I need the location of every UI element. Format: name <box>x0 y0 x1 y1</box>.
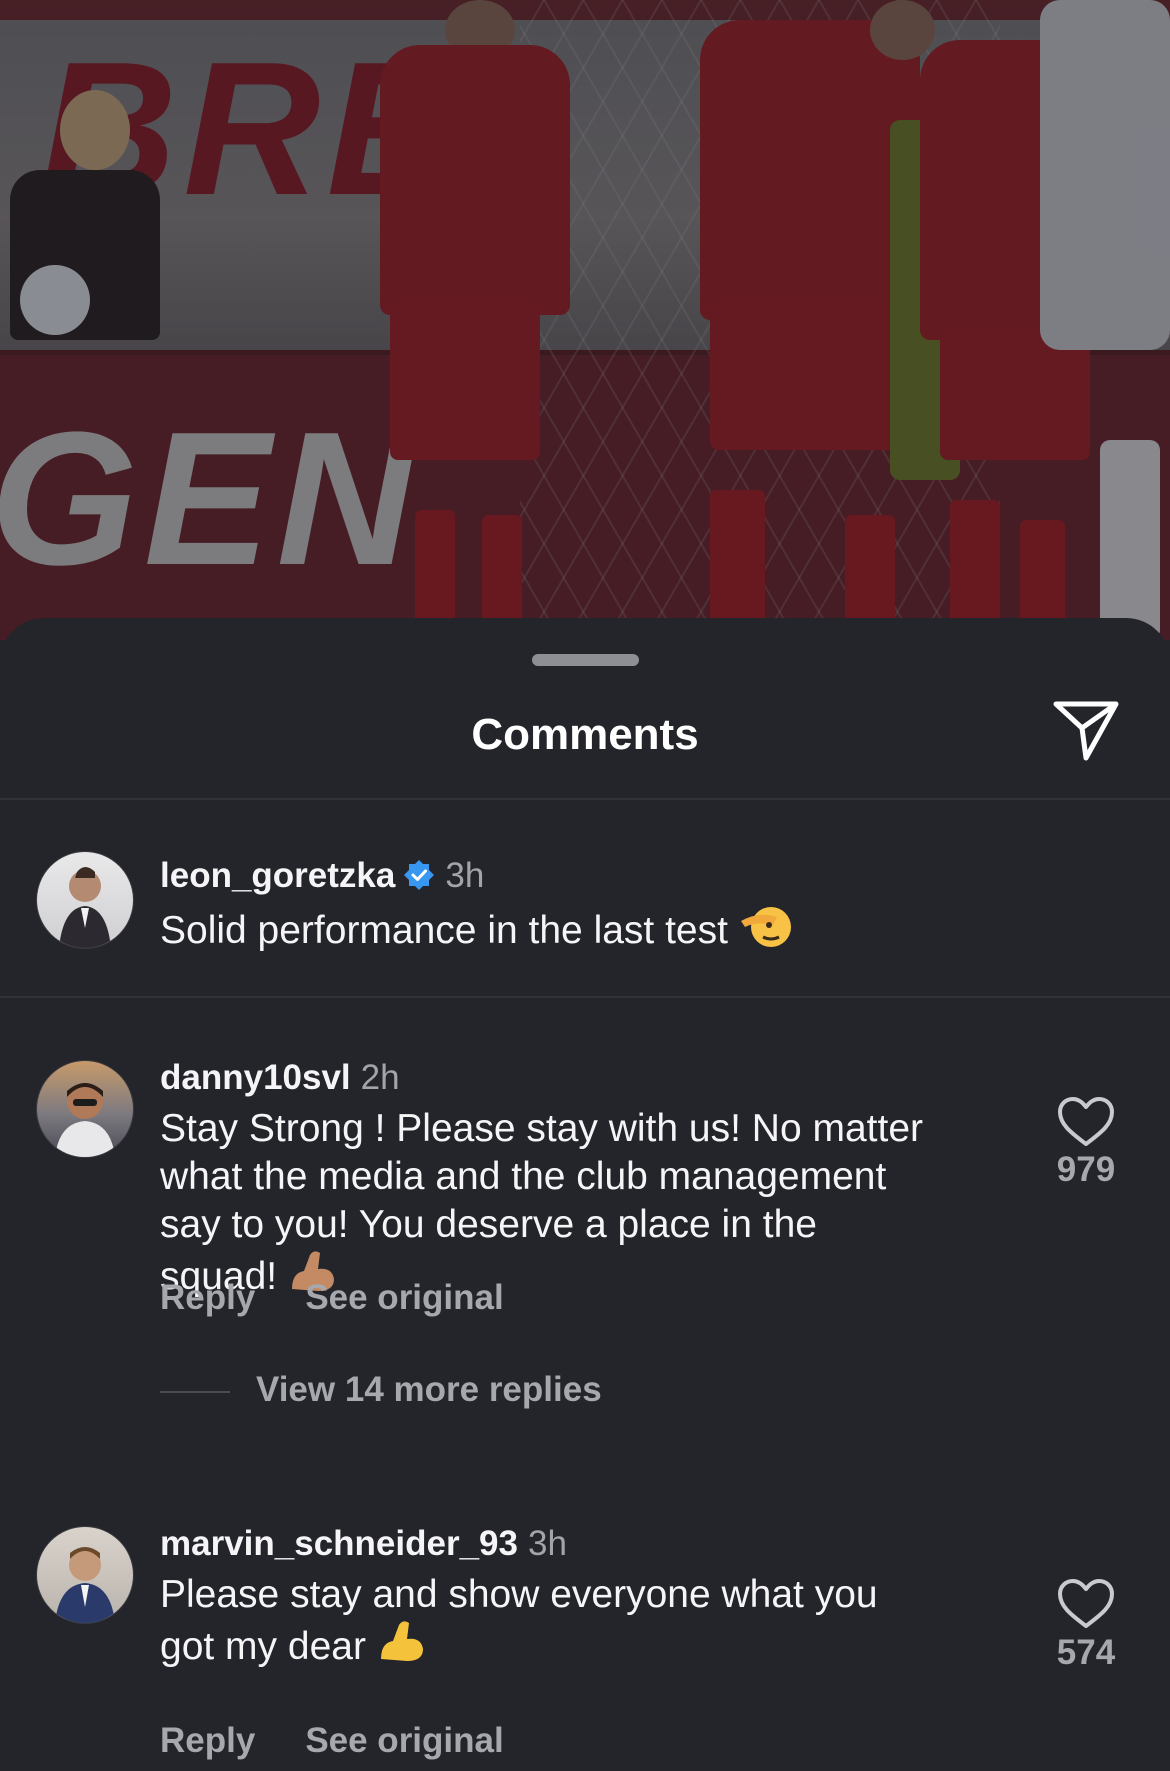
comment-item: leon_goretzka 3h Solid performance in the… <box>0 798 1170 998</box>
comment-text: Stay Strong ! Please stay with us! No ma… <box>160 1107 923 1298</box>
reply-button[interactable]: Reply <box>160 1278 255 1317</box>
like-count: 574 <box>1056 1633 1116 1672</box>
comment-username[interactable]: marvin_schneider_93 <box>160 1524 518 1563</box>
avatar[interactable] <box>36 851 134 949</box>
comment-username[interactable]: danny10svl <box>160 1058 351 1097</box>
comment-time: 3h <box>445 856 485 895</box>
comment-item: marvin_schneider_93 3h Please stay and sh… <box>0 1478 1170 1771</box>
avatar[interactable] <box>36 1060 134 1158</box>
paper-plane-icon[interactable] <box>1052 698 1122 764</box>
comment-item: danny10svl 2h Stay Strong ! Please stay w… <box>0 998 1170 1418</box>
view-more-replies-button[interactable]: View 14 more replies <box>160 1370 602 1410</box>
comment-time: 3h <box>527 1524 567 1563</box>
flexed-biceps-icon <box>380 1621 423 1661</box>
heart-icon[interactable] <box>1056 1578 1116 1630</box>
photo-dim-overlay <box>0 0 1170 640</box>
comment-text: Please stay and show everyone what you g… <box>160 1573 878 1668</box>
sheet-title: Comments <box>471 710 699 759</box>
heart-icon[interactable] <box>1056 1096 1116 1148</box>
post-photo: BRE GEN <box>0 0 1170 640</box>
verified-badge-icon <box>404 860 435 890</box>
replies-line <box>160 1390 230 1393</box>
saluting-face-icon <box>740 907 791 947</box>
like-count: 979 <box>1056 1150 1116 1189</box>
drag-handle[interactable] <box>532 654 639 666</box>
view-more-replies-label: View 14 more replies <box>256 1370 602 1409</box>
comments-sheet: Comments leon_goretzka 3h Solid performan… <box>0 618 1170 1771</box>
see-original-button[interactable]: See original <box>305 1278 503 1317</box>
comment-text: Solid performance in the last test <box>160 909 728 952</box>
comment-time: 2h <box>360 1058 400 1097</box>
see-original-button[interactable]: See original <box>305 1721 503 1760</box>
comment-username[interactable]: leon_goretzka <box>160 856 395 895</box>
reply-button[interactable]: Reply <box>160 1721 255 1760</box>
avatar[interactable] <box>36 1526 134 1624</box>
